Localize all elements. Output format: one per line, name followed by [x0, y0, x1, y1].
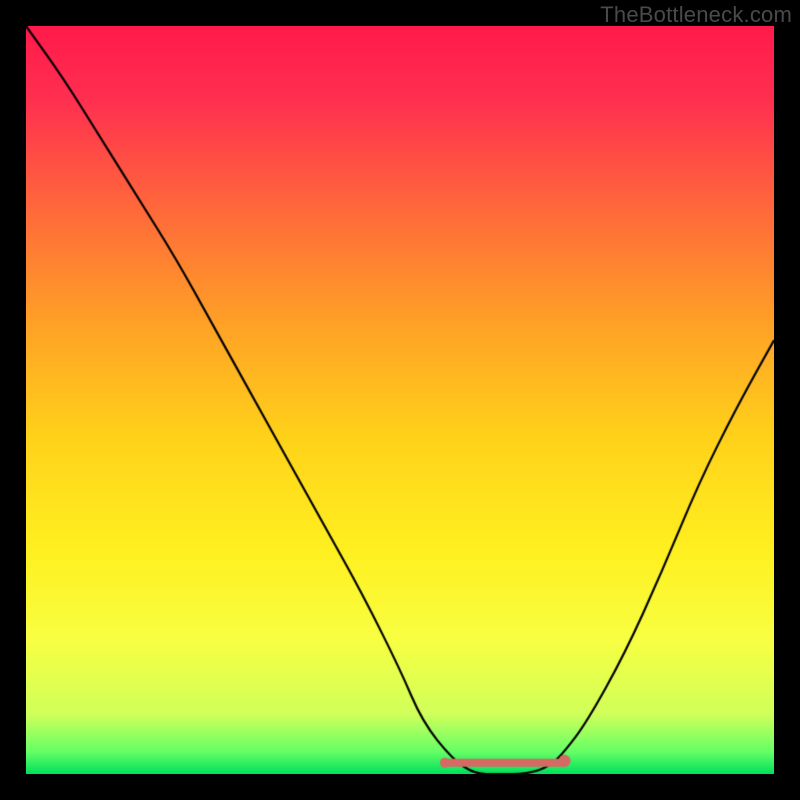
- bottleneck-curve: [26, 26, 774, 774]
- watermark-text: TheBottleneck.com: [600, 2, 792, 28]
- chart-frame: [26, 26, 774, 774]
